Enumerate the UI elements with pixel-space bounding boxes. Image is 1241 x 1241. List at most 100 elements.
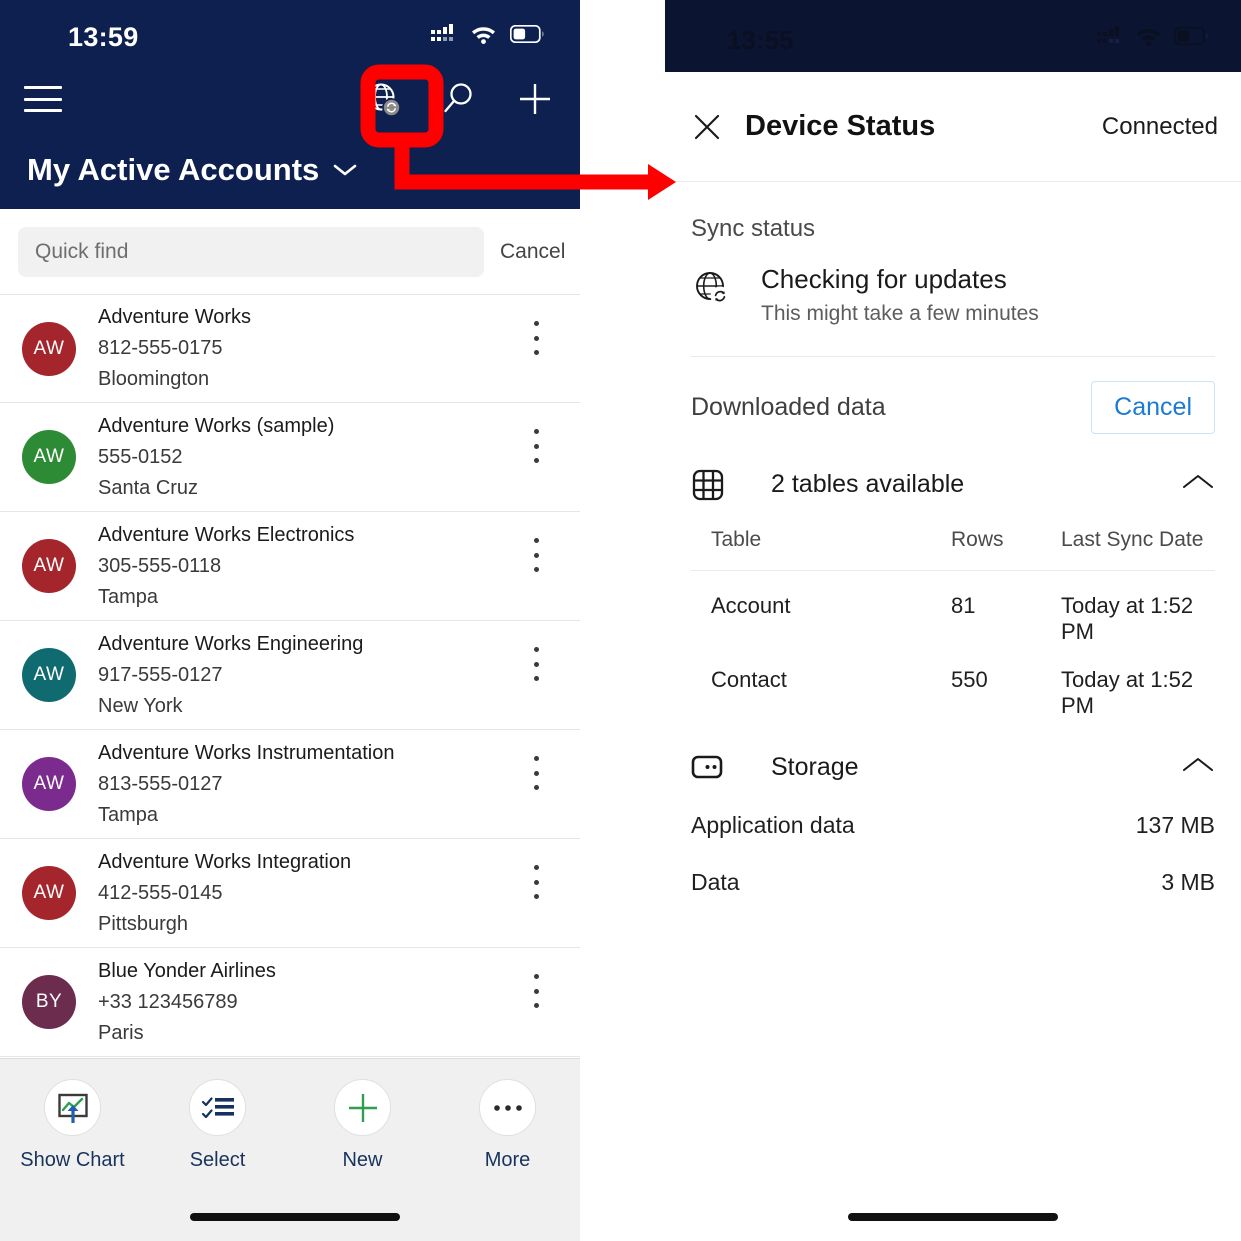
- account-list-item[interactable]: AW Adventure Works Integration 412-555-014…: [0, 839, 580, 948]
- quick-find-row: Cancel: [0, 209, 580, 294]
- storage-item: Data 3 MB: [691, 869, 1215, 896]
- storage-drive-icon: [691, 754, 731, 780]
- account-city: Santa Cruz: [98, 476, 199, 499]
- command-bar-label: Select: [189, 1149, 246, 1171]
- account-list-item[interactable]: AW Adventure Works (sample) 555-0152 Santa …: [0, 403, 580, 512]
- account-list-item[interactable]: BY Blue Yonder Airlines +33 123456789 Paris: [0, 948, 580, 1057]
- column-header-table: Table: [711, 527, 762, 551]
- command-bar-button[interactable]: New: [290, 1079, 435, 1172]
- column-header-last-sync-date: Last Sync Date: [1061, 527, 1204, 551]
- search-icon[interactable]: [436, 76, 482, 122]
- cell-last-sync-date: Today at 1:52 PM: [1061, 592, 1194, 644]
- table-grid-icon: [691, 468, 731, 502]
- command-bar-button[interactable]: Select: [145, 1079, 290, 1172]
- connection-status-badge: Connected: [1101, 112, 1218, 140]
- account-city: Pittsburgh: [98, 912, 189, 935]
- more-options-icon[interactable]: [526, 538, 546, 572]
- status-bar-icons: [431, 24, 544, 44]
- storage-item-value: 137 MB: [1135, 811, 1215, 838]
- close-icon[interactable]: [685, 105, 729, 149]
- account-name: Adventure Works Engineering: [98, 632, 364, 655]
- cell-row-count: 550: [951, 666, 988, 692]
- sync-status-row: Checking for updates This might take a f…: [691, 263, 1241, 326]
- chevron-up-icon[interactable]: [1181, 472, 1215, 497]
- command-bar-label: New: [342, 1149, 383, 1171]
- more-options-icon[interactable]: [526, 974, 546, 1008]
- avatar: AW: [22, 757, 76, 811]
- storage-item-label: Application data: [691, 811, 855, 838]
- account-text: Adventure Works Electronics 305-555-0118 T…: [98, 521, 354, 612]
- cancel-sync-button[interactable]: Cancel: [1091, 380, 1215, 434]
- column-header-rows: Rows: [951, 527, 1004, 551]
- account-city: Bloomington: [98, 368, 210, 390]
- table-header-row: Table Rows Last Sync Date: [691, 528, 1215, 571]
- left-status-bar: 13:59: [0, 0, 580, 60]
- avatar: AW: [22, 648, 76, 702]
- wifi-icon: [1137, 29, 1160, 46]
- downloaded-tables-table: Table Rows Last Sync Date Account 81 Today…: [691, 528, 1215, 719]
- account-city: Tampa: [98, 585, 159, 608]
- more-options-icon[interactable]: [526, 429, 546, 463]
- account-city: New York: [98, 694, 183, 717]
- account-text: Adventure Works (sample) 555-0152 Santa Cr…: [98, 412, 334, 503]
- tables-group-header[interactable]: 2 tables available: [691, 468, 1215, 502]
- globe-sync-icon[interactable]: [360, 76, 406, 122]
- wifi-icon: [472, 27, 495, 44]
- search-cancel-button[interactable]: Cancel: [500, 240, 565, 264]
- sync-status-title: Checking for updates: [761, 264, 1007, 294]
- more-options-icon[interactable]: [526, 647, 546, 681]
- search-input[interactable]: [35, 239, 467, 264]
- signal-bars-icon: [1097, 26, 1119, 43]
- account-text: Adventure Works Integration 412-555-0145 P…: [98, 848, 351, 939]
- table-body: Account 81 Today at 1:52 PM Contact 550 Today…: [691, 571, 1215, 719]
- search-input-wrapper[interactable]: [18, 226, 484, 277]
- battery-icon: [510, 25, 544, 43]
- storage-group-header[interactable]: Storage: [691, 753, 1215, 782]
- storage-item-label: Data: [691, 868, 740, 895]
- more-options-icon[interactable]: [526, 865, 546, 899]
- account-phone: 305-555-0118: [98, 554, 222, 577]
- more-options-icon[interactable]: [526, 321, 546, 355]
- plus-icon: [334, 1079, 391, 1136]
- status-bar-time: 13:59: [68, 22, 139, 52]
- storage-item: Application data 137 MB: [691, 812, 1215, 839]
- device-status-body: Sync status Checking for updates This mi…: [665, 182, 1241, 896]
- home-indicator: [848, 1213, 1058, 1221]
- device-status-header: Device Status Connected: [665, 72, 1241, 182]
- chevron-up-icon[interactable]: [1181, 755, 1215, 780]
- command-bar-label: More: [484, 1149, 531, 1171]
- cell-last-sync-date: Today at 1:52 PM: [1061, 666, 1194, 718]
- account-phone: 412-555-0145: [98, 881, 223, 904]
- account-name: Adventure Works Electronics: [98, 523, 355, 546]
- status-bar-icons: [1097, 26, 1208, 46]
- view-selector[interactable]: My Active Accounts: [27, 152, 357, 188]
- account-list-item[interactable]: AW Adventure Works 812-555-0175 Bloomington: [0, 294, 580, 403]
- account-phone: 917-555-0127: [98, 663, 223, 686]
- account-name: Adventure Works (sample): [98, 414, 335, 437]
- account-list-item[interactable]: AW Adventure Works Electronics 305-555-011…: [0, 512, 580, 621]
- avatar: BY: [22, 975, 76, 1029]
- command-bar-items: Show Chart Select New More: [0, 1059, 580, 1172]
- account-text: Adventure Works 812-555-0175 Bloomington: [98, 303, 251, 394]
- tables-group-title: 2 tables available: [771, 470, 965, 498]
- storage-items: Application data 137 MB Data 3 MB: [665, 812, 1241, 896]
- downloaded-data-label: Downloaded data: [691, 392, 886, 421]
- plus-icon[interactable]: [512, 76, 558, 122]
- right-status-bar: 13:55: [665, 0, 1241, 72]
- command-bar-button[interactable]: Show Chart: [0, 1079, 145, 1172]
- account-list-item[interactable]: AW Adventure Works Engineering 917-555-012…: [0, 621, 580, 730]
- storage-item-value: 3 MB: [1161, 868, 1215, 895]
- account-list-item[interactable]: AW Adventure Works Instrumentation 813-555…: [0, 730, 580, 839]
- account-phone: +33 123456789: [98, 990, 238, 1013]
- account-name: Adventure Works Instrumentation: [98, 741, 395, 764]
- account-name: Adventure Works: [98, 306, 252, 328]
- screenshot-stage: 13:59 My Active Accounts Quick find Canc…: [0, 0, 1241, 1241]
- account-phone: 555-0152: [98, 445, 183, 468]
- more-options-icon[interactable]: [526, 756, 546, 790]
- command-bar-label: Show Chart: [20, 1149, 125, 1171]
- checklist-icon: [189, 1079, 246, 1136]
- downloaded-data-row: Downloaded data Cancel: [691, 380, 1215, 434]
- hamburger-menu-icon[interactable]: [24, 86, 62, 112]
- account-list[interactable]: AW Adventure Works 812-555-0175 Bloomington…: [0, 294, 580, 1058]
- command-bar-button[interactable]: More: [435, 1079, 580, 1172]
